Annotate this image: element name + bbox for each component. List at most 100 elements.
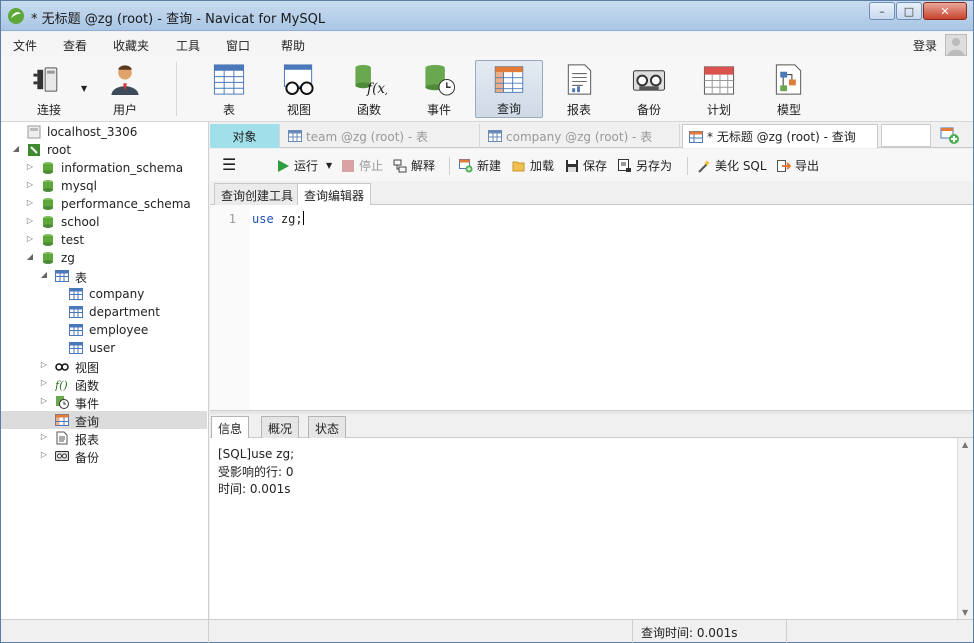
- tree-item-root[interactable]: ◢ root: [1, 141, 207, 159]
- expand-arrow-icon[interactable]: ▷: [25, 162, 35, 172]
- tree-item-label: 备份: [75, 451, 100, 465]
- sql-code-line[interactable]: use zg;: [252, 211, 304, 226]
- message-pane: [SQL]use zg; 受影响的行: 0 时间: 0.001s: [210, 438, 957, 619]
- tab-query-builder[interactable]: 查询创建工具: [214, 183, 301, 205]
- tree-item-table-user[interactable]: user: [1, 339, 207, 357]
- explain-button[interactable]: 解释: [393, 157, 435, 174]
- expand-arrow-icon[interactable]: ▷: [25, 180, 35, 190]
- status-bar: 查询时间: 0.001s: [1, 619, 973, 643]
- tab-objects[interactable]: 对象: [210, 124, 280, 148]
- vertical-scrollbar[interactable]: ▲ ▼: [957, 438, 973, 619]
- new-tab-icon[interactable]: [939, 126, 961, 146]
- tree-item-backups[interactable]: ▷ 备份: [1, 447, 207, 465]
- function-icon: f(): [55, 379, 68, 391]
- tab-profile[interactable]: 概况: [261, 416, 300, 438]
- table-button[interactable]: 表: [195, 60, 263, 118]
- sql-editor[interactable]: 1 use zg;: [210, 205, 973, 410]
- tab-untitled-query[interactable]: * 无标题 @zg (root) - 查询: [682, 124, 878, 148]
- tree-item-school[interactable]: ▷ school: [1, 213, 207, 231]
- event-button[interactable]: 事件: [405, 60, 473, 118]
- menu-file[interactable]: 文件: [13, 37, 37, 54]
- menu-favorites[interactable]: 收藏夹: [113, 37, 149, 54]
- expand-arrow-icon[interactable]: ▷: [39, 450, 49, 460]
- close-button[interactable]: ✕: [923, 2, 967, 20]
- tree-item-events[interactable]: ▷ 事件: [1, 393, 207, 411]
- schedule-button[interactable]: 计划: [685, 60, 753, 118]
- avatar[interactable]: [945, 34, 967, 56]
- plug-icon: [33, 67, 58, 92]
- expand-arrow-icon[interactable]: ▷: [25, 234, 35, 244]
- database-icon: [43, 198, 53, 210]
- user-avatar-icon: [948, 38, 964, 55]
- report-button[interactable]: 报表: [545, 60, 613, 118]
- explain-label: 解释: [411, 159, 436, 173]
- tab-query-editor[interactable]: 查询编辑器: [297, 183, 372, 205]
- tree-item-functions[interactable]: ▷ f() 函数: [1, 375, 207, 393]
- tree-item-reports[interactable]: ▷ 报表: [1, 429, 207, 447]
- new-query-button[interactable]: 新建: [459, 157, 501, 174]
- scroll-up-icon[interactable]: ▲: [962, 440, 968, 449]
- minimize-button[interactable]: –: [869, 2, 895, 20]
- load-button[interactable]: 加载: [512, 157, 554, 174]
- user-button[interactable]: 用户: [91, 60, 159, 118]
- login-link[interactable]: 登录: [913, 37, 937, 54]
- tree-item-information-schema[interactable]: ▷ information_schema: [1, 159, 207, 177]
- view-button[interactable]: 视图: [265, 60, 333, 118]
- menu-window[interactable]: 窗口: [226, 37, 250, 54]
- save-disk-icon: [566, 159, 578, 172]
- tree-item-zg[interactable]: ◢ zg: [1, 249, 207, 267]
- tree-item-views[interactable]: ▷ 视图: [1, 357, 207, 375]
- expand-arrow-icon[interactable]: ▷: [39, 360, 49, 370]
- menu-hamburger-icon[interactable]: ☰: [222, 155, 236, 174]
- tab-company-table[interactable]: company @zg (root) - 表: [482, 124, 680, 148]
- menu-tools[interactable]: 工具: [176, 37, 200, 54]
- tree-item-label: 报表: [75, 433, 100, 447]
- tab-message[interactable]: 信息: [211, 416, 250, 438]
- sql-text: zg;: [273, 212, 303, 226]
- tree-item-test[interactable]: ▷ test: [1, 231, 207, 249]
- expand-arrow-icon[interactable]: ▷: [39, 396, 49, 406]
- tree-item-queries[interactable]: 查询: [1, 411, 207, 429]
- tab-status[interactable]: 状态: [308, 416, 347, 438]
- collapse-arrow-icon[interactable]: ◢: [39, 270, 49, 280]
- model-button[interactable]: 模型: [755, 60, 823, 118]
- beautify-sql-button[interactable]: 美化 SQL: [697, 157, 767, 174]
- run-dropdown-icon[interactable]: ▼: [326, 161, 332, 170]
- run-button[interactable]: 运行 ▼: [276, 157, 332, 174]
- collapse-arrow-icon[interactable]: ◢: [25, 252, 35, 262]
- tree-item-table-employee[interactable]: employee: [1, 321, 207, 339]
- save-as-button[interactable]: 另存为: [618, 157, 672, 174]
- menu-help[interactable]: 帮助: [281, 37, 305, 54]
- tree-item-tables[interactable]: ◢ 表: [1, 267, 207, 285]
- calendar-icon: [703, 66, 735, 95]
- expand-arrow-icon[interactable]: ▷: [25, 198, 35, 208]
- expand-arrow-icon[interactable]: ▷: [39, 378, 49, 388]
- tree-item-table-company[interactable]: company: [1, 285, 207, 303]
- collapse-arrow-icon[interactable]: ◢: [11, 144, 21, 154]
- backup-label: 备份: [636, 103, 661, 117]
- message-affected-rows: 受影响的行: 0: [218, 465, 294, 479]
- scroll-down-icon[interactable]: ▼: [962, 608, 968, 617]
- result-tabs: 信息 概况 状态: [210, 414, 973, 438]
- expand-arrow-icon[interactable]: ▷: [39, 432, 49, 442]
- report-icon: [567, 64, 592, 95]
- menu-view[interactable]: 查看: [63, 37, 87, 54]
- tab-team-table[interactable]: team @zg (root) - 表: [282, 124, 480, 148]
- backup-icon: [632, 70, 666, 91]
- export-button[interactable]: 导出: [777, 157, 819, 174]
- tree-item-localhost[interactable]: localhost_3306: [1, 123, 207, 141]
- query-button[interactable]: 查询: [475, 60, 543, 118]
- save-button[interactable]: 保存: [565, 157, 607, 174]
- tree-item-performance-schema[interactable]: ▷ performance_schema: [1, 195, 207, 213]
- connect-dropdown-icon[interactable]: ▼: [81, 84, 87, 93]
- connect-button[interactable]: 连接: [15, 60, 83, 118]
- stop-button[interactable]: 停止: [341, 157, 383, 174]
- backup-button[interactable]: 备份: [615, 60, 683, 118]
- maximize-button[interactable]: □: [896, 2, 922, 20]
- tree-item-table-department[interactable]: department: [1, 303, 207, 321]
- tree-item-mysql[interactable]: ▷ mysql: [1, 177, 207, 195]
- expand-arrow-icon[interactable]: ▷: [25, 216, 35, 226]
- user-icon: [111, 65, 139, 96]
- function-button[interactable]: f(x) 函数: [335, 60, 403, 118]
- tab-label: team @zg (root) - 表: [306, 129, 429, 144]
